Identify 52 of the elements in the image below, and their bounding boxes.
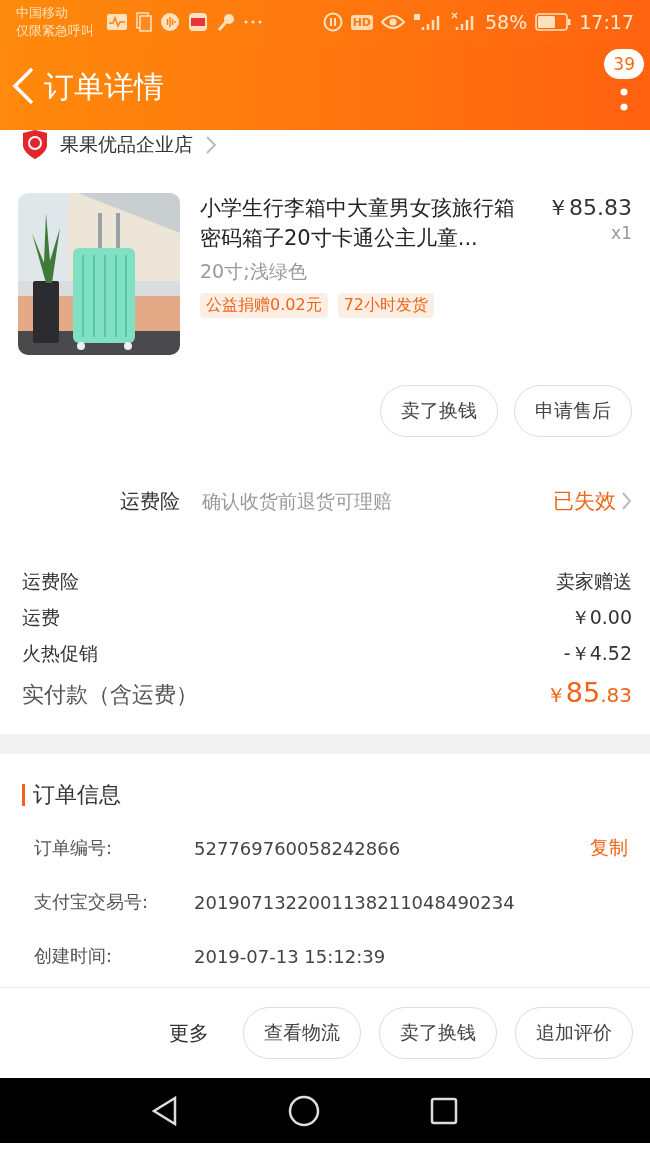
fee-value: -￥4.52 — [563, 641, 632, 666]
activity-icon — [106, 13, 128, 31]
chevron-right-icon — [205, 135, 217, 155]
shop-badge-icon — [22, 130, 48, 160]
order-action-button[interactable]: 追加评价 — [515, 1007, 633, 1059]
fee-value: ￥0.00 — [570, 605, 632, 630]
info-value: 527769760058242866 — [194, 837, 402, 859]
notification-badge: 39 — [604, 49, 644, 79]
shop-name[interactable]: 果果优品企业店 — [60, 132, 193, 158]
chevron-right-icon — [622, 492, 632, 510]
battery-icon — [535, 13, 572, 31]
order-action-button[interactable]: 卖了换钱 — [379, 1007, 497, 1059]
battery-percentage: 58% — [485, 11, 528, 33]
fee-label: 运费险 — [22, 569, 79, 594]
product-quantity: x1 — [611, 223, 632, 243]
fee-label: 运费 — [22, 605, 60, 630]
product-spec: 20寸;浅绿色 — [200, 259, 308, 284]
info-value: 2019-07-13 15:12:39 — [194, 945, 387, 967]
more-icon — [244, 20, 262, 24]
product-price: ￥85.83 — [547, 194, 632, 222]
item-action-button[interactable]: 申请售后 — [514, 385, 632, 437]
news-icon — [188, 12, 208, 32]
clock-time: 17:17 — [579, 11, 634, 33]
data-saver-icon — [322, 12, 343, 32]
total-amount: ￥85.83 — [545, 677, 632, 709]
page-title: 订单详情 — [44, 67, 165, 106]
back-button[interactable] — [152, 1095, 178, 1126]
info-label: 支付宝交易号: — [34, 890, 150, 914]
sound-icon — [160, 12, 180, 32]
info-value: 2019071322001138211048490234 — [194, 891, 516, 913]
key-icon — [216, 12, 236, 32]
product-title[interactable]: 小学生行李箱中大童男女孩旅行箱密码箱子20寸卡通公主儿童... — [200, 193, 535, 253]
total-label: 实付款（含运费） — [22, 681, 198, 709]
insurance-label: 运费险 — [119, 487, 180, 515]
product-tag: 公益捐赠0.02元 — [200, 293, 328, 318]
carrier-name: 中国移动 — [16, 4, 69, 22]
hd-icon: HD — [350, 14, 373, 30]
home-button[interactable] — [288, 1094, 320, 1127]
item-action-button[interactable]: 卖了换钱 — [380, 385, 498, 437]
info-label: 创建时间: — [34, 944, 114, 968]
eye-icon — [381, 14, 405, 30]
document-icon — [136, 12, 152, 32]
fee-label: 火热促销 — [22, 641, 98, 666]
product-tag: 72小时发货 — [337, 293, 434, 318]
section-title: 订单信息 — [33, 781, 121, 809]
carrier-note: 仅限紧急呼叫 — [16, 22, 94, 40]
order-action-button[interactable]: 查看物流 — [243, 1007, 361, 1059]
more-button[interactable]: 更多 — [169, 1019, 209, 1047]
insurance-description: 确认收货前退货可理赔 — [202, 489, 393, 514]
fee-value: 卖家赠送 — [556, 569, 632, 594]
recents-button[interactable] — [430, 1096, 458, 1125]
info-label: 订单编号: — [34, 836, 114, 860]
